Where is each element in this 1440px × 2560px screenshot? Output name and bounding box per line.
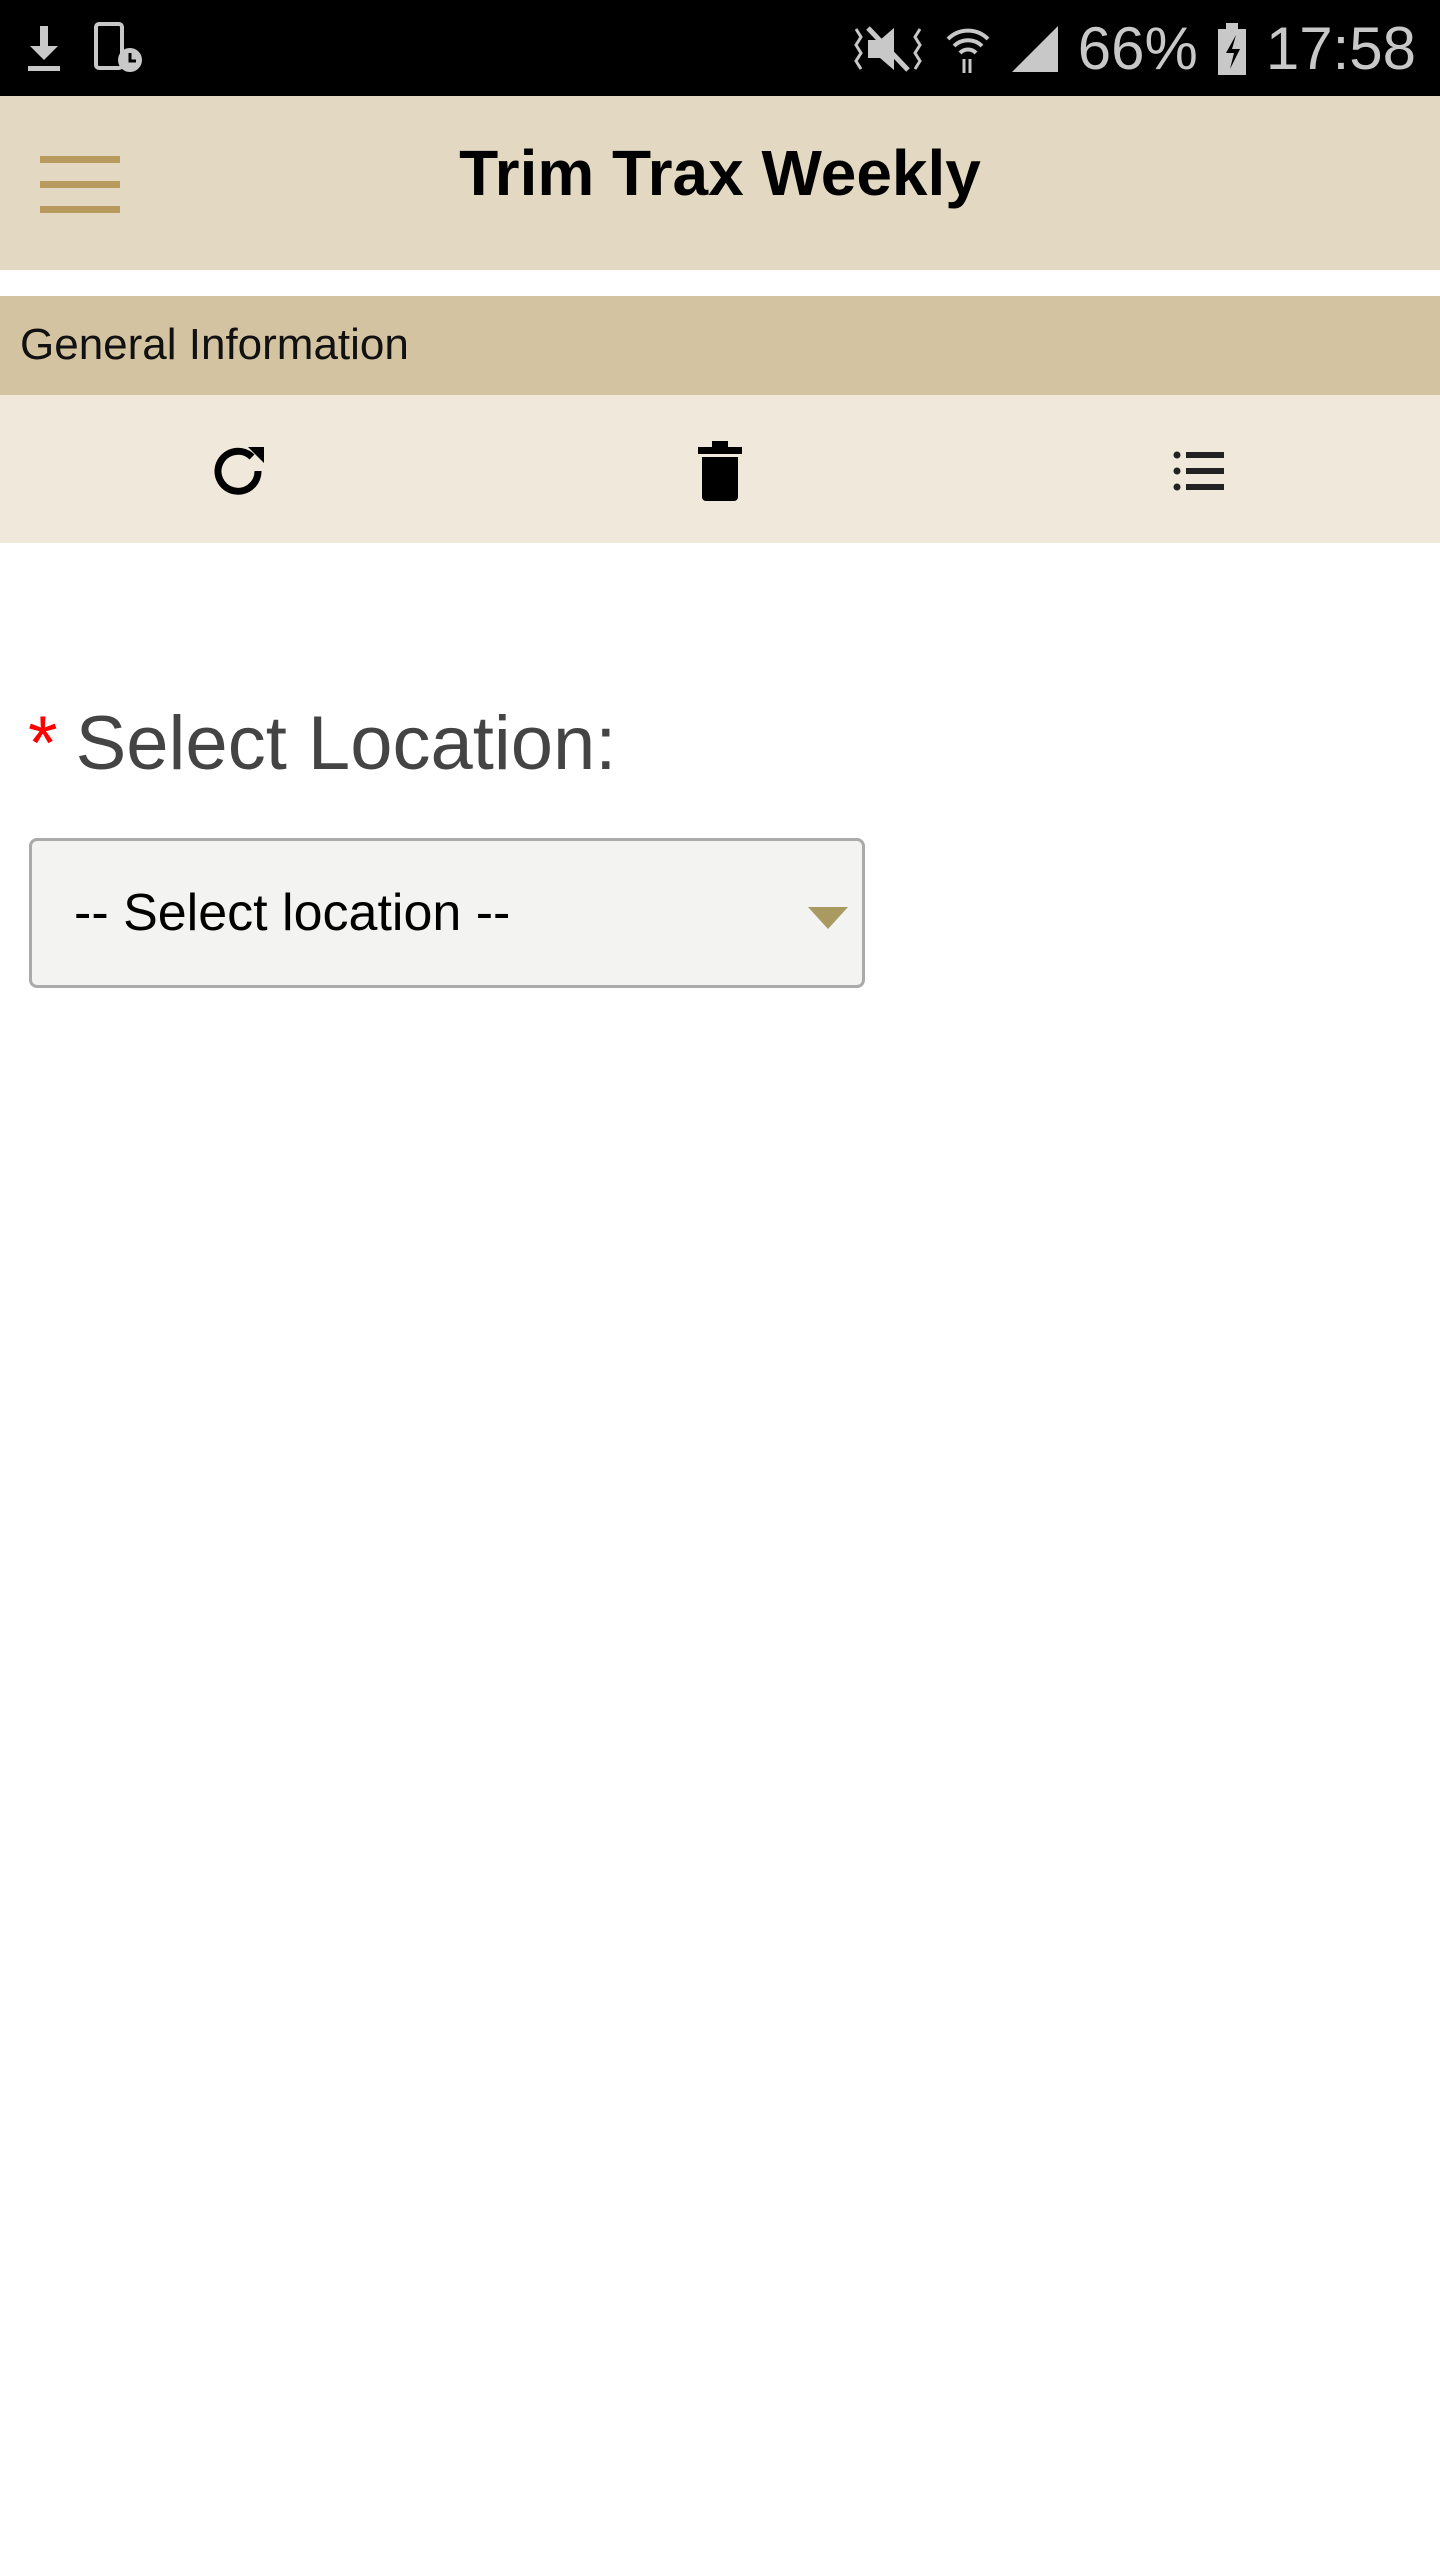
battery-charging-icon bbox=[1217, 22, 1246, 75]
location-label: * Select Location: bbox=[28, 700, 616, 787]
app-header: Trim Trax Weekly bbox=[0, 96, 1440, 270]
page-title: Trim Trax Weekly bbox=[459, 137, 981, 209]
trash-icon[interactable] bbox=[688, 439, 752, 503]
toolbar bbox=[0, 395, 1440, 543]
signal-icon bbox=[1011, 25, 1058, 72]
location-select-value: -- Select location -- bbox=[74, 884, 511, 942]
wifi-icon bbox=[946, 28, 990, 73]
clock: 17:58 bbox=[1265, 15, 1416, 82]
chevron-down-icon bbox=[808, 907, 848, 929]
section-header: General Information bbox=[0, 296, 1440, 395]
status-bar: 66% 17:58 bbox=[0, 0, 1440, 96]
list-icon[interactable] bbox=[1168, 439, 1232, 503]
location-select[interactable]: -- Select location -- bbox=[29, 838, 865, 988]
device-clock-icon bbox=[94, 22, 142, 72]
required-asterisk: * bbox=[28, 701, 58, 786]
battery-percent: 66% bbox=[1077, 15, 1198, 82]
location-label-text: Select Location: bbox=[75, 701, 617, 786]
refresh-icon[interactable] bbox=[208, 439, 272, 503]
section-title: General Information bbox=[20, 320, 409, 369]
download-icon bbox=[28, 26, 60, 71]
vibrate-mute-icon bbox=[853, 25, 922, 72]
